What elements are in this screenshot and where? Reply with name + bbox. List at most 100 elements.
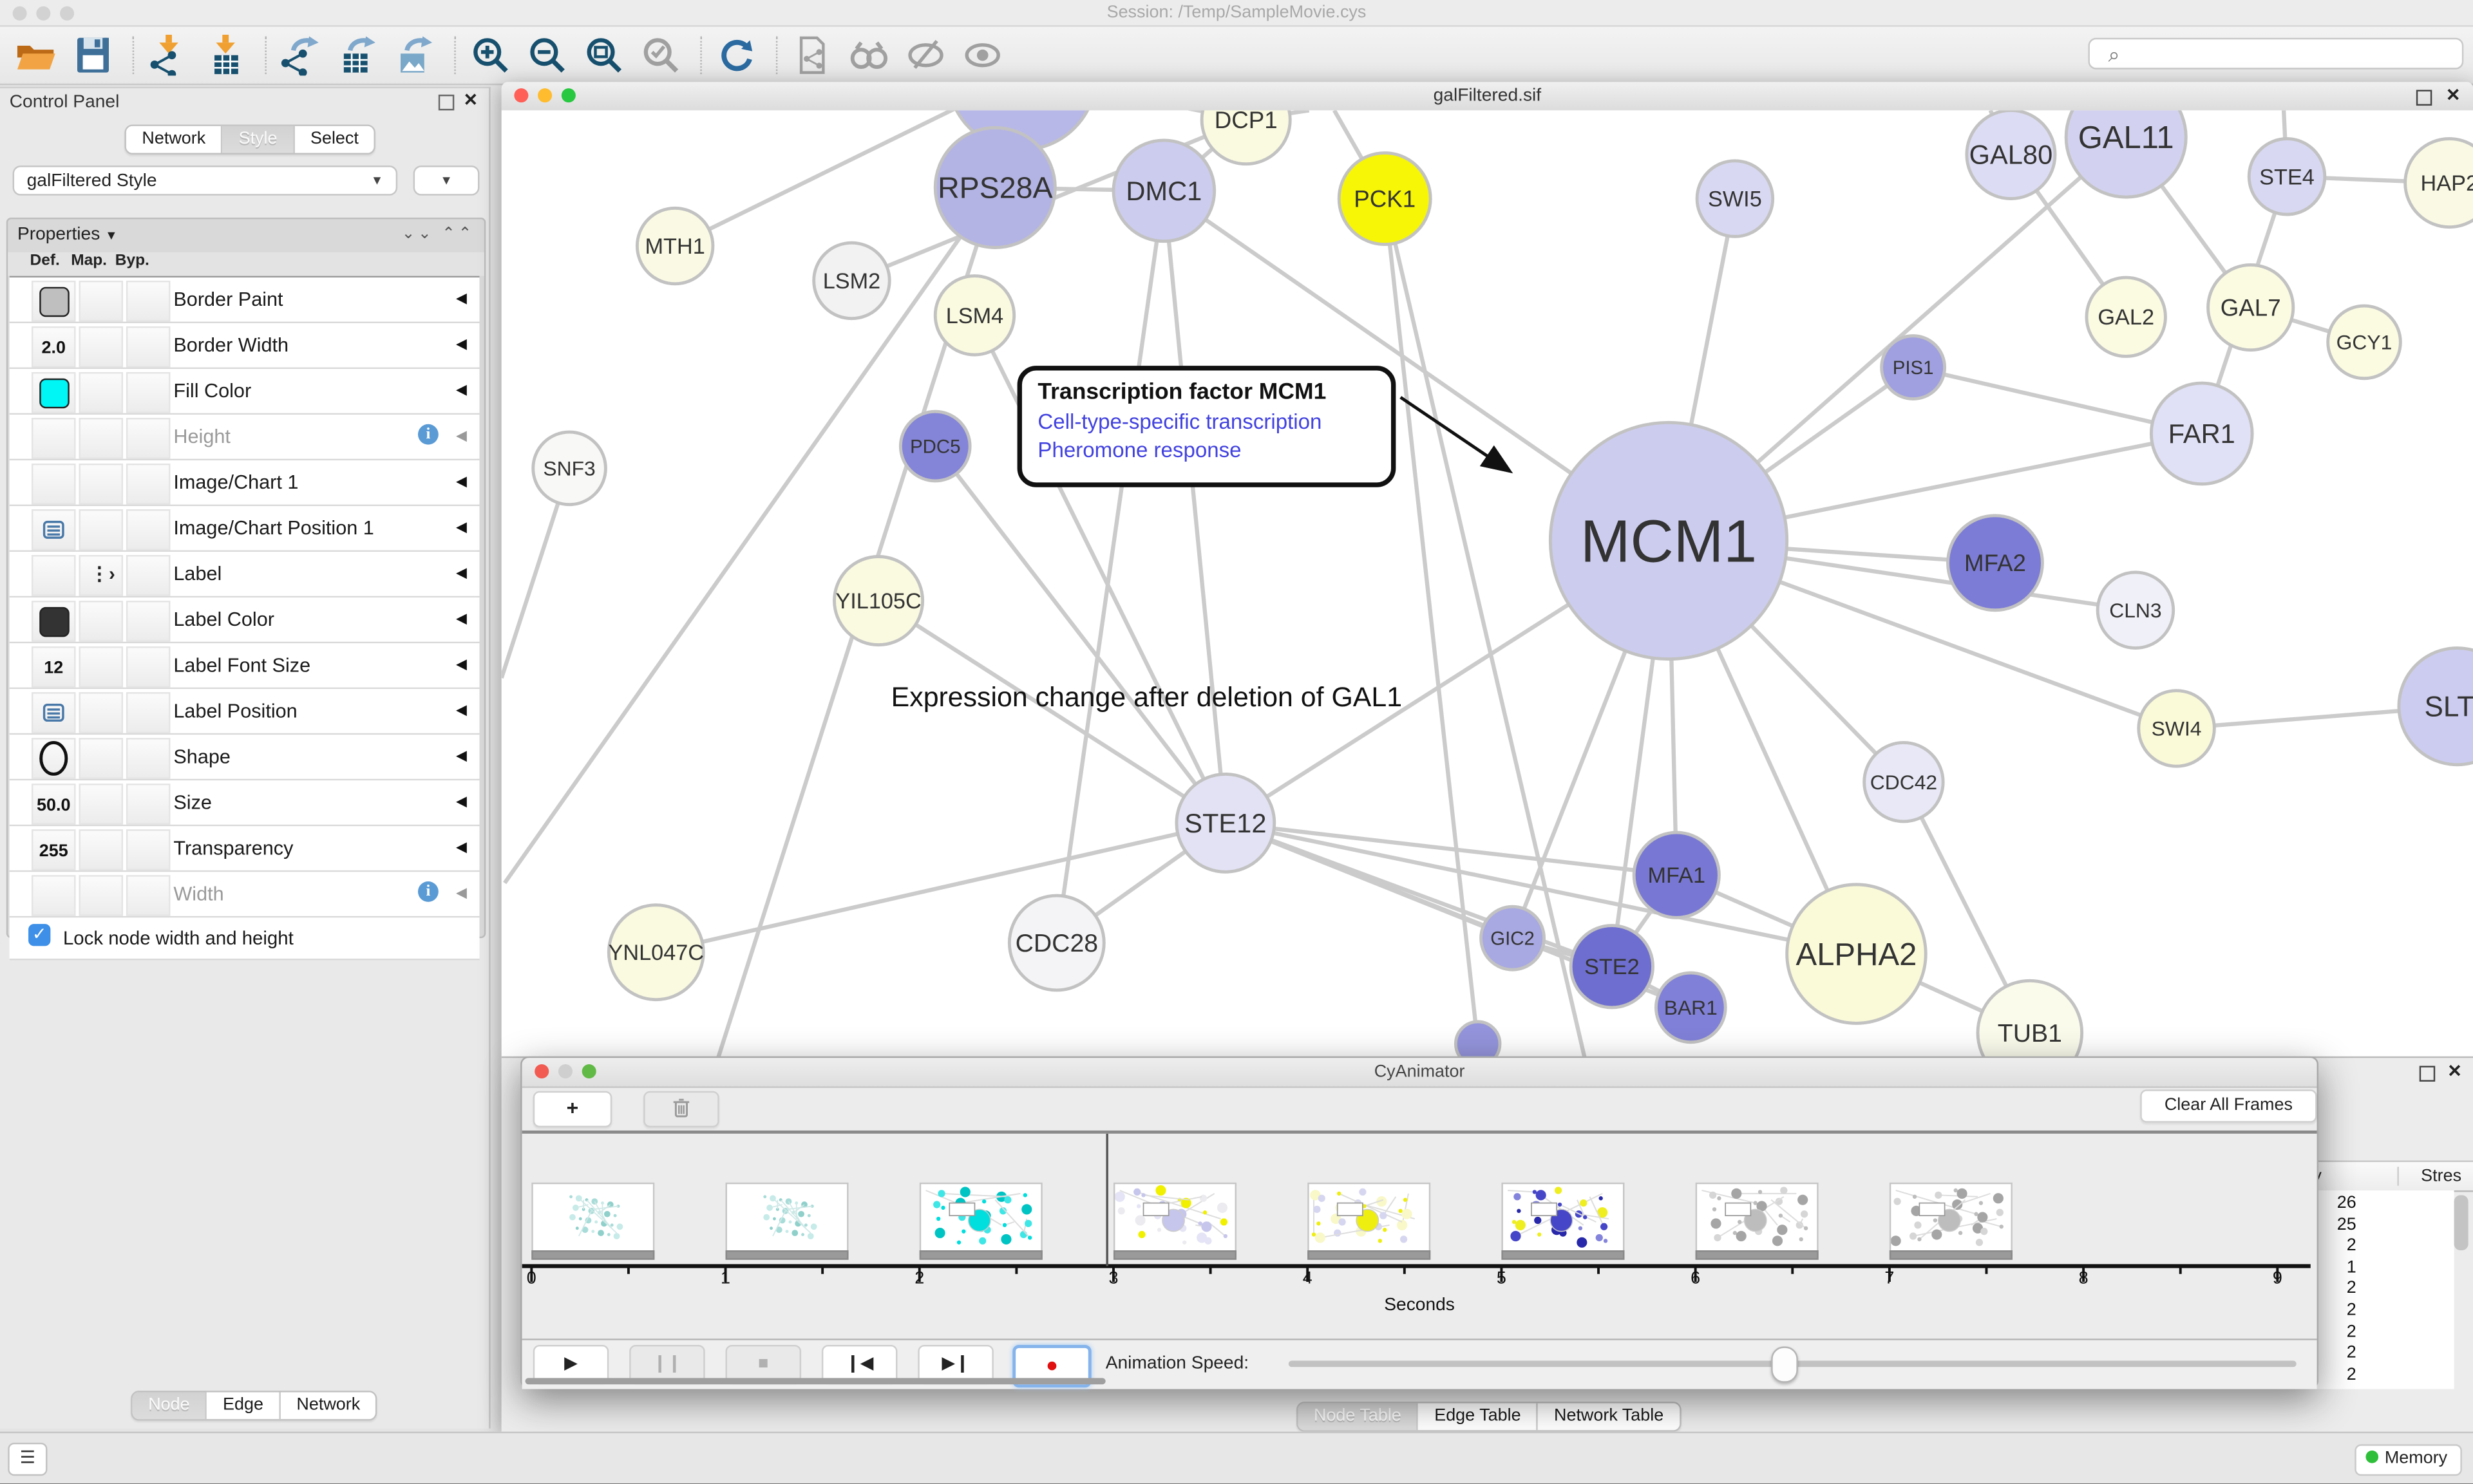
network-node-bar1[interactable]: BAR1 xyxy=(1656,973,1725,1042)
network-node-dcp1[interactable]: DCP1 xyxy=(1202,110,1290,164)
zoom-out-icon[interactable] xyxy=(527,35,568,76)
network-node-gal11[interactable]: GAL11 xyxy=(2066,110,2186,197)
default-value-cell[interactable]: 2.0 xyxy=(32,326,76,368)
zoom-in-icon[interactable] xyxy=(470,35,511,76)
network-node-pck1[interactable]: PCK1 xyxy=(1339,153,1430,245)
property-row-label[interactable]: ⋮›Label◀ xyxy=(10,552,480,597)
float-window-icon[interactable] xyxy=(2416,90,2432,106)
animator-hscrollbar[interactable] xyxy=(526,1378,1106,1384)
annotation-link[interactable]: Cell-type-specific transcription xyxy=(1038,410,1375,434)
property-row-size[interactable]: 50.0Size◀ xyxy=(10,780,480,826)
property-row-fill-color[interactable]: Fill Color◀ xyxy=(10,369,480,415)
memory-button[interactable]: Memory xyxy=(2355,1444,2462,1476)
task-history-button[interactable]: ☰ xyxy=(8,1443,47,1476)
network-node-gal7[interactable]: GAL7 xyxy=(2208,265,2293,350)
column-header[interactable]: Stres xyxy=(2397,1167,2461,1185)
bypass-cell[interactable] xyxy=(126,646,171,688)
property-row-border-paint[interactable]: Border Paint◀ xyxy=(10,277,480,323)
lock-node-size-row[interactable]: ✓Lock node width and height xyxy=(10,917,480,960)
network-node-tub1[interactable]: TUB1 xyxy=(1978,981,2082,1057)
network-node-mfa1[interactable]: MFA1 xyxy=(1634,832,1719,917)
speed-slider-knob[interactable] xyxy=(1771,1346,1798,1382)
mapping-cell[interactable] xyxy=(79,326,123,368)
zoom-fit-icon[interactable] xyxy=(583,35,625,76)
default-value-cell[interactable] xyxy=(32,372,76,413)
tab-style[interactable]: Style xyxy=(223,126,294,153)
add-frame-button[interactable]: + xyxy=(533,1091,612,1127)
network-node-cln3[interactable]: CLN3 xyxy=(2098,572,2174,648)
tab-network[interactable]: Network xyxy=(281,1392,376,1419)
network-node-ste2[interactable]: STE2 xyxy=(1571,926,1653,1008)
default-value-cell[interactable] xyxy=(32,738,76,779)
network-canvas[interactable]: RPS28BRPS28ADMC1DCP1PCK1SWI5GAL80GAL11ST… xyxy=(502,110,2473,1056)
network-edge[interactable] xyxy=(1057,191,1164,943)
network-node-dmc1[interactable]: DMC1 xyxy=(1113,140,1215,241)
frame-thumbnail-7[interactable] xyxy=(1890,1183,2013,1255)
bypass-cell[interactable] xyxy=(126,784,171,825)
bypass-cell[interactable] xyxy=(126,738,171,779)
properties-header[interactable]: Properties ▼ xyxy=(17,225,118,244)
import-network-icon[interactable] xyxy=(148,35,189,76)
float-panel-icon[interactable] xyxy=(439,95,454,110)
hide-selected-icon[interactable] xyxy=(905,35,947,76)
expand-row-icon[interactable]: ◀ xyxy=(456,885,467,902)
property-row-border-width[interactable]: 2.0Border Width◀ xyxy=(10,323,480,369)
network-node-cdc42[interactable]: CDC42 xyxy=(1864,742,1943,821)
mapping-cell[interactable] xyxy=(79,875,123,916)
default-value-cell[interactable]: 255 xyxy=(32,829,76,870)
bypass-cell[interactable] xyxy=(126,555,171,596)
expand-row-icon[interactable]: ◀ xyxy=(456,565,467,582)
tab-node-table[interactable]: Node Table xyxy=(1298,1404,1419,1431)
tab-network[interactable]: Network xyxy=(126,126,223,153)
network-node-pdc5[interactable]: PDC5 xyxy=(900,411,970,481)
tab-node[interactable]: Node xyxy=(133,1392,207,1419)
expand-row-icon[interactable]: ◀ xyxy=(456,519,467,536)
property-row-label-color[interactable]: Label Color◀ xyxy=(10,597,480,643)
frame-thumbnail-5[interactable] xyxy=(1501,1183,1624,1255)
save-icon[interactable] xyxy=(73,35,114,76)
network-node-slt2[interactable]: SLT2 xyxy=(2399,648,2473,765)
bypass-cell[interactable] xyxy=(126,509,171,550)
cyanimator-titlebar[interactable]: CyAnimator xyxy=(522,1058,2317,1088)
bypass-cell[interactable] xyxy=(126,875,171,916)
bypass-cell[interactable] xyxy=(126,464,171,505)
annotation-box[interactable]: Transcription factor MCM1 Cell-type-spec… xyxy=(1018,366,1396,487)
network-node-gic2[interactable]: GIC2 xyxy=(1481,906,1544,970)
network-node-ynl047c[interactable]: YNL047C xyxy=(608,905,704,1000)
tab-edge[interactable]: Edge xyxy=(207,1392,281,1419)
close-window-icon[interactable]: ✕ xyxy=(2446,88,2461,104)
export-network-icon[interactable] xyxy=(281,35,322,76)
default-value-cell[interactable] xyxy=(32,875,76,916)
expand-row-icon[interactable]: ◀ xyxy=(456,427,467,445)
frame-thumbnail-6[interactable] xyxy=(1696,1183,1819,1255)
default-value-cell[interactable] xyxy=(32,418,76,459)
bypass-cell[interactable] xyxy=(126,281,171,322)
export-image-icon[interactable] xyxy=(394,35,435,76)
network-node-swi5[interactable]: SWI5 xyxy=(1697,161,1773,237)
default-value-cell[interactable] xyxy=(32,509,76,550)
bypass-cell[interactable] xyxy=(126,326,171,368)
close-panel-icon[interactable]: ✕ xyxy=(2447,1064,2462,1080)
expand-row-icon[interactable]: ◀ xyxy=(456,656,467,673)
default-value-cell[interactable] xyxy=(32,601,76,642)
mapping-cell[interactable] xyxy=(79,692,123,733)
mapping-cell[interactable] xyxy=(79,509,123,550)
expand-row-icon[interactable]: ◀ xyxy=(456,473,467,491)
bypass-cell[interactable] xyxy=(126,418,171,459)
mapping-cell[interactable] xyxy=(79,784,123,825)
property-row-width[interactable]: Widthi◀ xyxy=(10,872,480,917)
network-node-alpha2[interactable]: ALPHA2 xyxy=(1787,885,1926,1024)
import-table-icon[interactable] xyxy=(205,35,246,76)
network-node-swi4[interactable]: SWI4 xyxy=(2139,691,2215,767)
paste-network-icon[interactable] xyxy=(791,35,833,76)
mapping-cell[interactable] xyxy=(79,601,123,642)
network-node-mth1[interactable]: MTH1 xyxy=(637,208,713,284)
network-node-gal80[interactable]: GAL80 xyxy=(1967,110,2055,198)
frame-thumbnail-0[interactable] xyxy=(531,1183,654,1255)
property-row-height[interactable]: Heighti◀ xyxy=(10,415,480,460)
network-edge[interactable] xyxy=(656,823,1226,952)
export-table-icon[interactable] xyxy=(337,35,379,76)
annotation-link[interactable]: Pheromone response xyxy=(1038,438,1375,462)
clear-all-frames-button[interactable]: Clear All Frames xyxy=(2140,1089,2317,1122)
frame-thumbnail-3[interactable] xyxy=(1113,1183,1236,1255)
